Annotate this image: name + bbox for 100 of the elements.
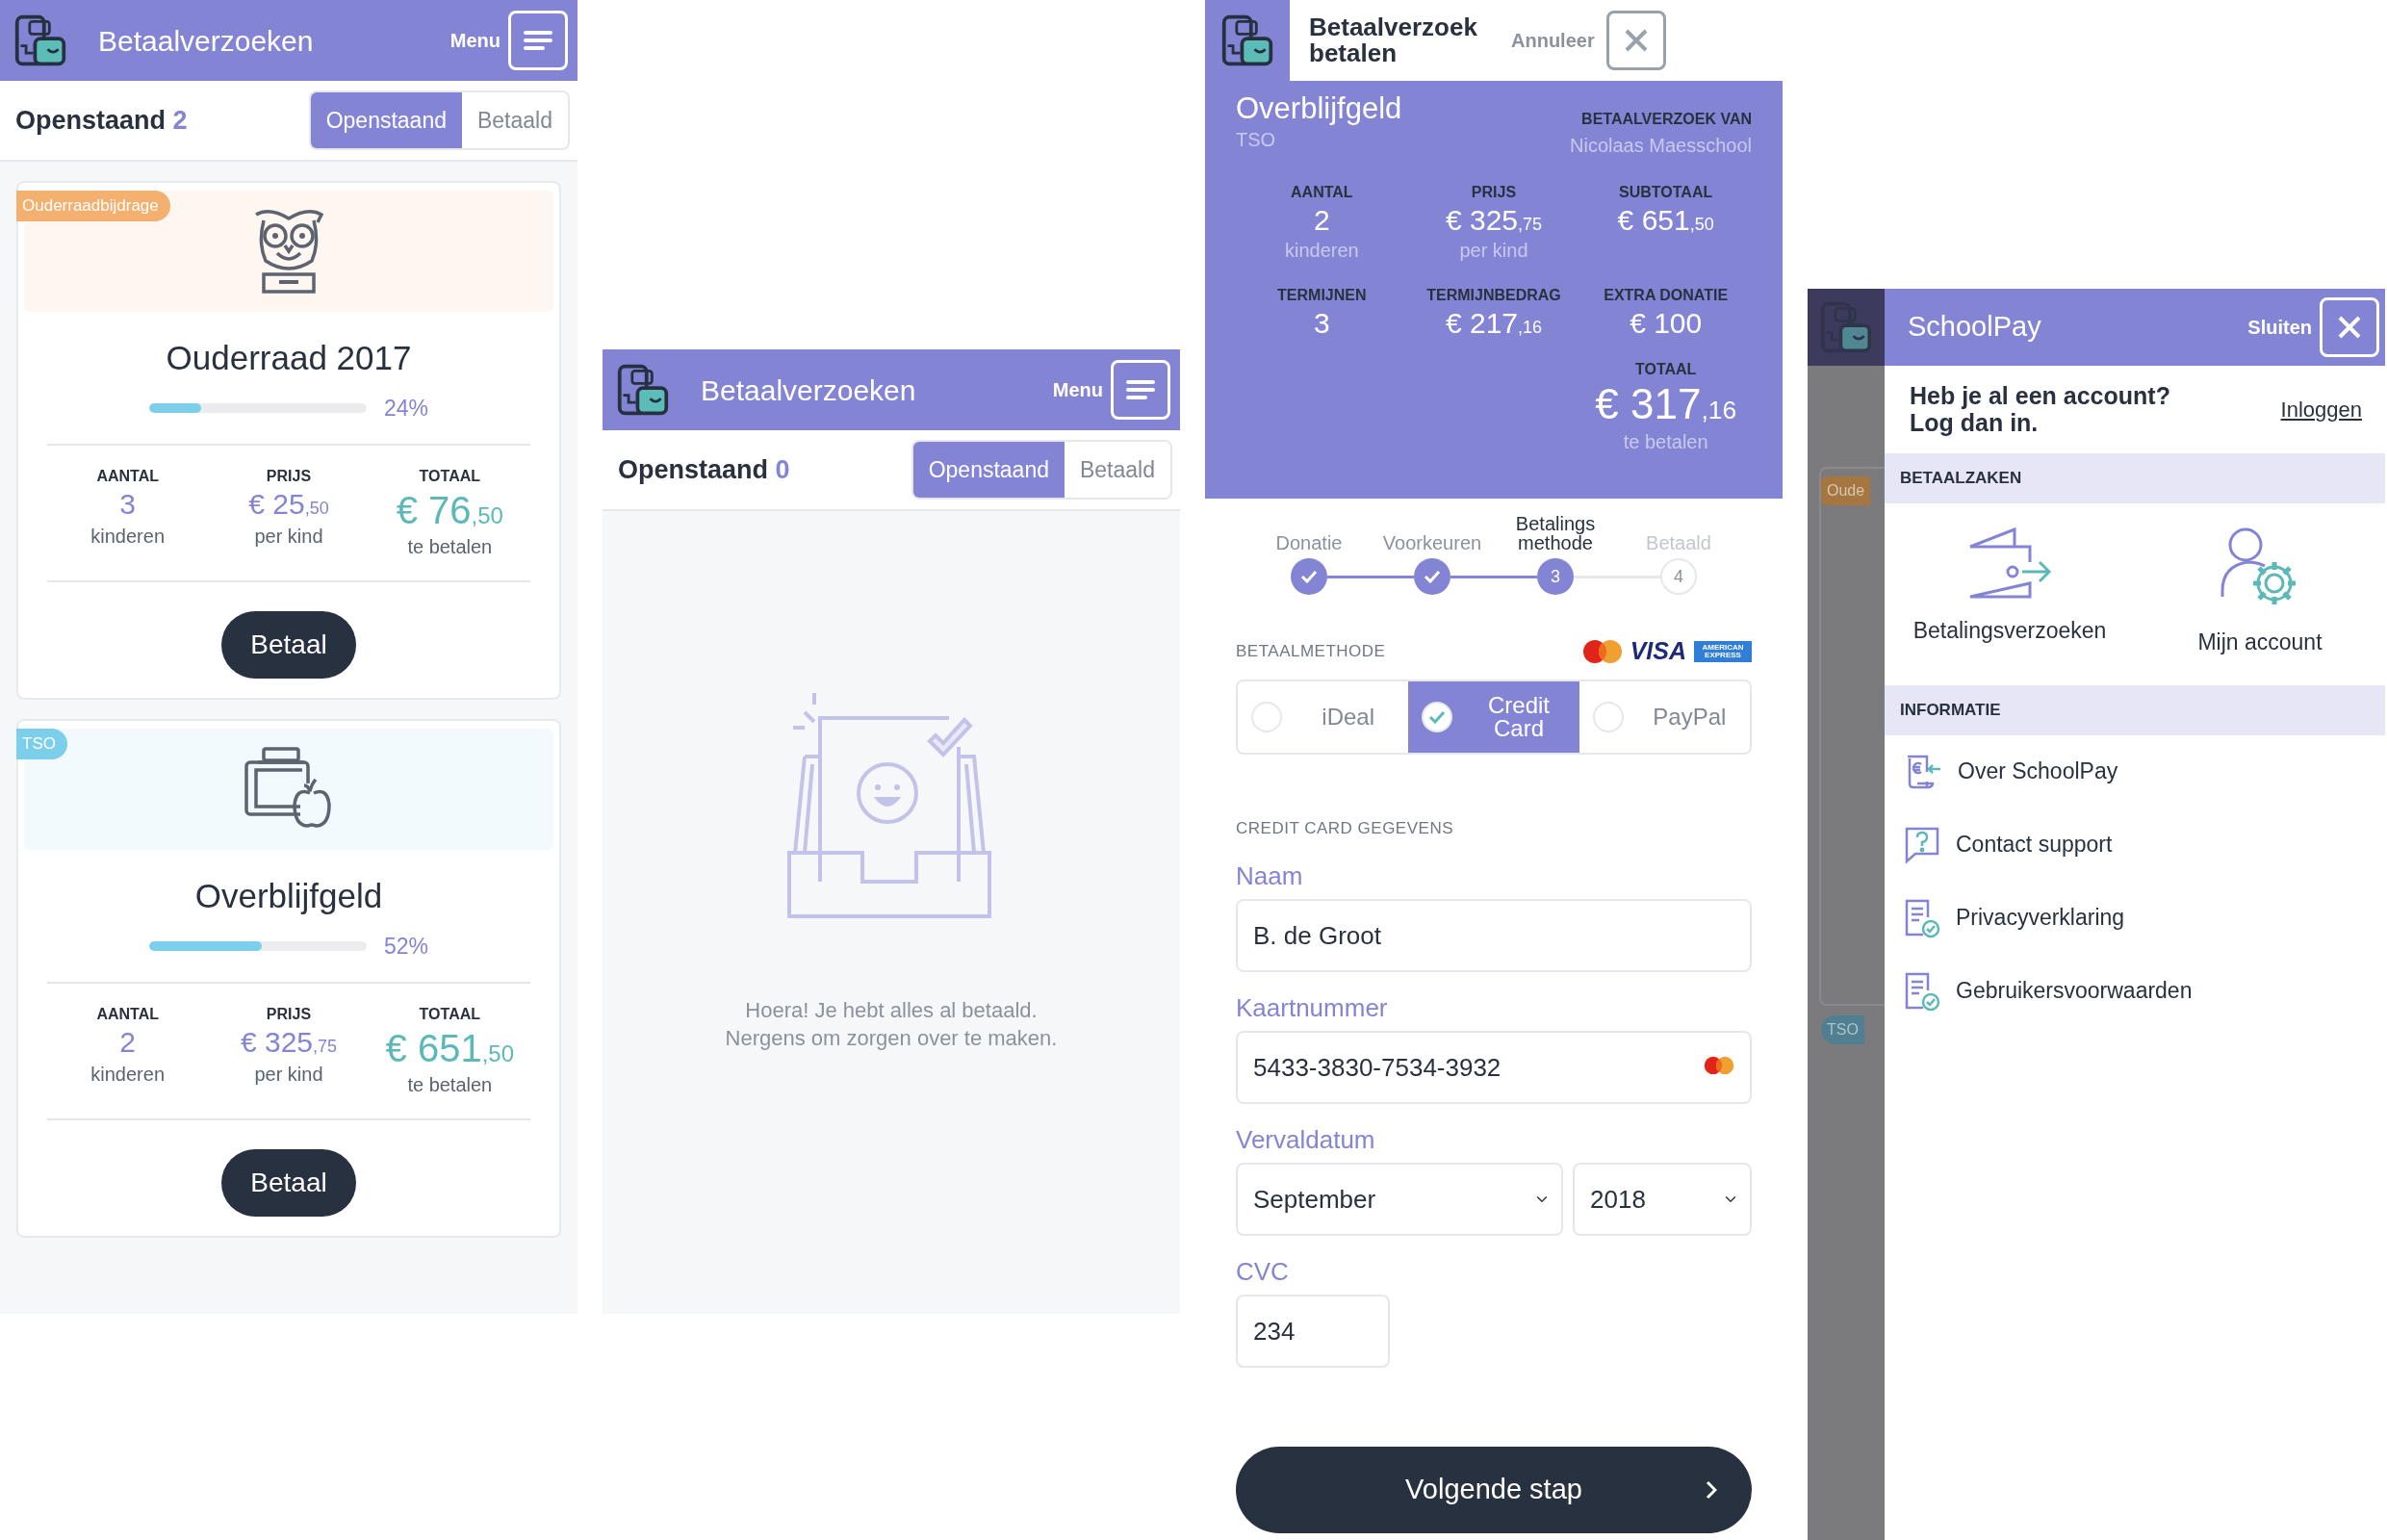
input-field[interactable]: 234 (1236, 1295, 1390, 1368)
section-header: BETAALZAKEN (1885, 453, 2385, 503)
stat-label: PRIJS (1470, 183, 1518, 202)
stat-label: EXTRA DONATIE (1603, 286, 1730, 305)
stat-value: € 25,50 (247, 488, 330, 522)
menu-tile[interactable]: Mijn account (2135, 526, 2385, 660)
stat-value: 2 (1313, 204, 1331, 236)
card-title: Overblijfgeld (193, 876, 384, 916)
close-label: Sluiten (2247, 316, 2312, 340)
menu-button[interactable] (1111, 360, 1170, 420)
pay-button[interactable]: Betaal (221, 1149, 356, 1217)
request-category: TSO (1236, 128, 1277, 153)
page-title: Betaalverzoek betalen (1309, 13, 1478, 67)
stat-label: SUBTOTAAL (1618, 183, 1714, 202)
close-icon (1623, 28, 1649, 53)
menu-button[interactable] (508, 11, 568, 70)
step-label: Betalings methode (1514, 514, 1597, 552)
menu-item[interactable]: Privacyverklaring (1885, 881, 2385, 955)
menu-tile[interactable]: Betalingsverzoeken (1885, 526, 2135, 660)
card-logo: VISA (1630, 636, 1686, 666)
stat-label: TOTAAL (418, 467, 481, 486)
stat-label: AANTAL (95, 467, 160, 486)
page-title: Betaalverzoeken (98, 23, 315, 59)
progress-percent: 24% (383, 394, 428, 423)
app-logo (616, 363, 670, 417)
stat-label: TOTAAL (418, 1005, 481, 1024)
field-label: CVC (1236, 1256, 1290, 1288)
page-title: Betaalverzoeken (701, 372, 917, 408)
step-label: Voorkeuren (1381, 533, 1483, 552)
stat-label: PRIJS (265, 1005, 313, 1024)
section-heading: Openstaand 0 (618, 453, 791, 486)
stat-value: € 651,50 (384, 1026, 516, 1070)
select-field[interactable]: September (1236, 1163, 1563, 1236)
pay-button[interactable]: Betaal (221, 611, 356, 679)
stat-label: PRIJS (265, 467, 313, 486)
app-title: SchoolPay (1908, 310, 2042, 345)
stat-label: TERMIJNEN (1276, 286, 1368, 305)
cancel-label: Annuleer (1511, 29, 1595, 53)
menu-icon (524, 29, 552, 52)
request-title: Overblijfgeld (1236, 92, 1402, 126)
check-icon (1300, 570, 1318, 583)
login-link[interactable]: Inloggen (2280, 394, 2362, 425)
app-logo (13, 13, 67, 67)
input-field[interactable]: B. de Groot (1236, 899, 1752, 972)
category-tag: TSO (16, 729, 67, 759)
stat-value: € 100 (1629, 307, 1704, 339)
category-tag: TSO (1821, 1015, 1864, 1044)
progress-percent: 52% (383, 932, 428, 961)
section-heading: Openstaand 2 (15, 104, 189, 137)
menu-item[interactable]: Gebruikersvoorwaarden (1885, 954, 2385, 1028)
close-icon (2337, 315, 2362, 340)
document-check-icon (1904, 897, 1940, 938)
stat-caption: kinderen (90, 1062, 166, 1087)
field-label: Naam (1236, 860, 1304, 892)
input-field[interactable]: 5433-3830-7534-3932 (1236, 1031, 1752, 1104)
empty-state-message: Hoera! Je hebt alles al betaald. Nergens om zorgen over te maken. (725, 997, 1058, 1052)
stat-value: 2 (118, 1026, 137, 1060)
step-circle: 3 (1537, 558, 1574, 595)
close-button[interactable] (1605, 11, 1666, 70)
stat-value: 3 (118, 488, 137, 522)
field-label: Vervaldatum (1236, 1124, 1376, 1156)
check-icon (1424, 570, 1441, 583)
stat-caption: te betalen (406, 535, 494, 559)
stat-value: € 217,16 (1444, 307, 1544, 339)
step-label: Betaald (1645, 533, 1712, 552)
check-icon (1428, 709, 1447, 724)
stat-caption: per kind (253, 1062, 324, 1087)
menu-icon (1126, 378, 1155, 401)
chevron-right-icon (1706, 1480, 1717, 1500)
step-circle: 4 (1660, 558, 1697, 595)
category-tag: Oude (1821, 476, 1871, 505)
section-header: INFORMATIE (1885, 684, 2385, 735)
stat-caption: te betalen (406, 1073, 494, 1097)
field-label: Kaartnummer (1236, 992, 1389, 1024)
total-value: € 317,16 (1594, 381, 1738, 428)
stat-value: € 325,75 (239, 1026, 339, 1060)
step-label: Donatie (1274, 533, 1344, 552)
card-logo (1704, 1056, 1734, 1075)
select-field[interactable]: 2018 (1573, 1163, 1752, 1236)
next-step-button[interactable]: Volgende stap (1236, 1447, 1752, 1533)
stat-caption: per kind (253, 524, 324, 549)
total-caption: te betalen (1622, 430, 1709, 455)
stat-label: AANTAL (1290, 183, 1354, 202)
document-check-icon (1904, 970, 1940, 1012)
stat-value: € 651,50 (1616, 204, 1715, 236)
login-prompt: Heb je al een account? Log dan in. (1910, 383, 2171, 436)
menu-item[interactable]: Over SchoolPay (1885, 734, 2385, 808)
menu-label: Menu (1052, 378, 1103, 402)
sender-label: BETAALVERZOEK VAN (1580, 110, 1752, 129)
stat-value: 3 (1313, 307, 1331, 339)
category-tag: Ouderraadbijdrage (16, 191, 170, 221)
menu-item[interactable]: Contact support (1885, 808, 2385, 882)
stat-label: AANTAL (95, 1005, 160, 1024)
card-title: Ouderraad 2017 (165, 338, 413, 378)
stat-caption: kinderen (90, 524, 166, 549)
stat-caption: per kind (1458, 239, 1529, 263)
section-label: CREDIT CARD GEGEVENS (1236, 817, 1454, 839)
total-label: TOTAAL (1633, 360, 1698, 379)
menu-label: Menu (449, 29, 500, 53)
stat-value: € 76,50 (395, 488, 504, 532)
